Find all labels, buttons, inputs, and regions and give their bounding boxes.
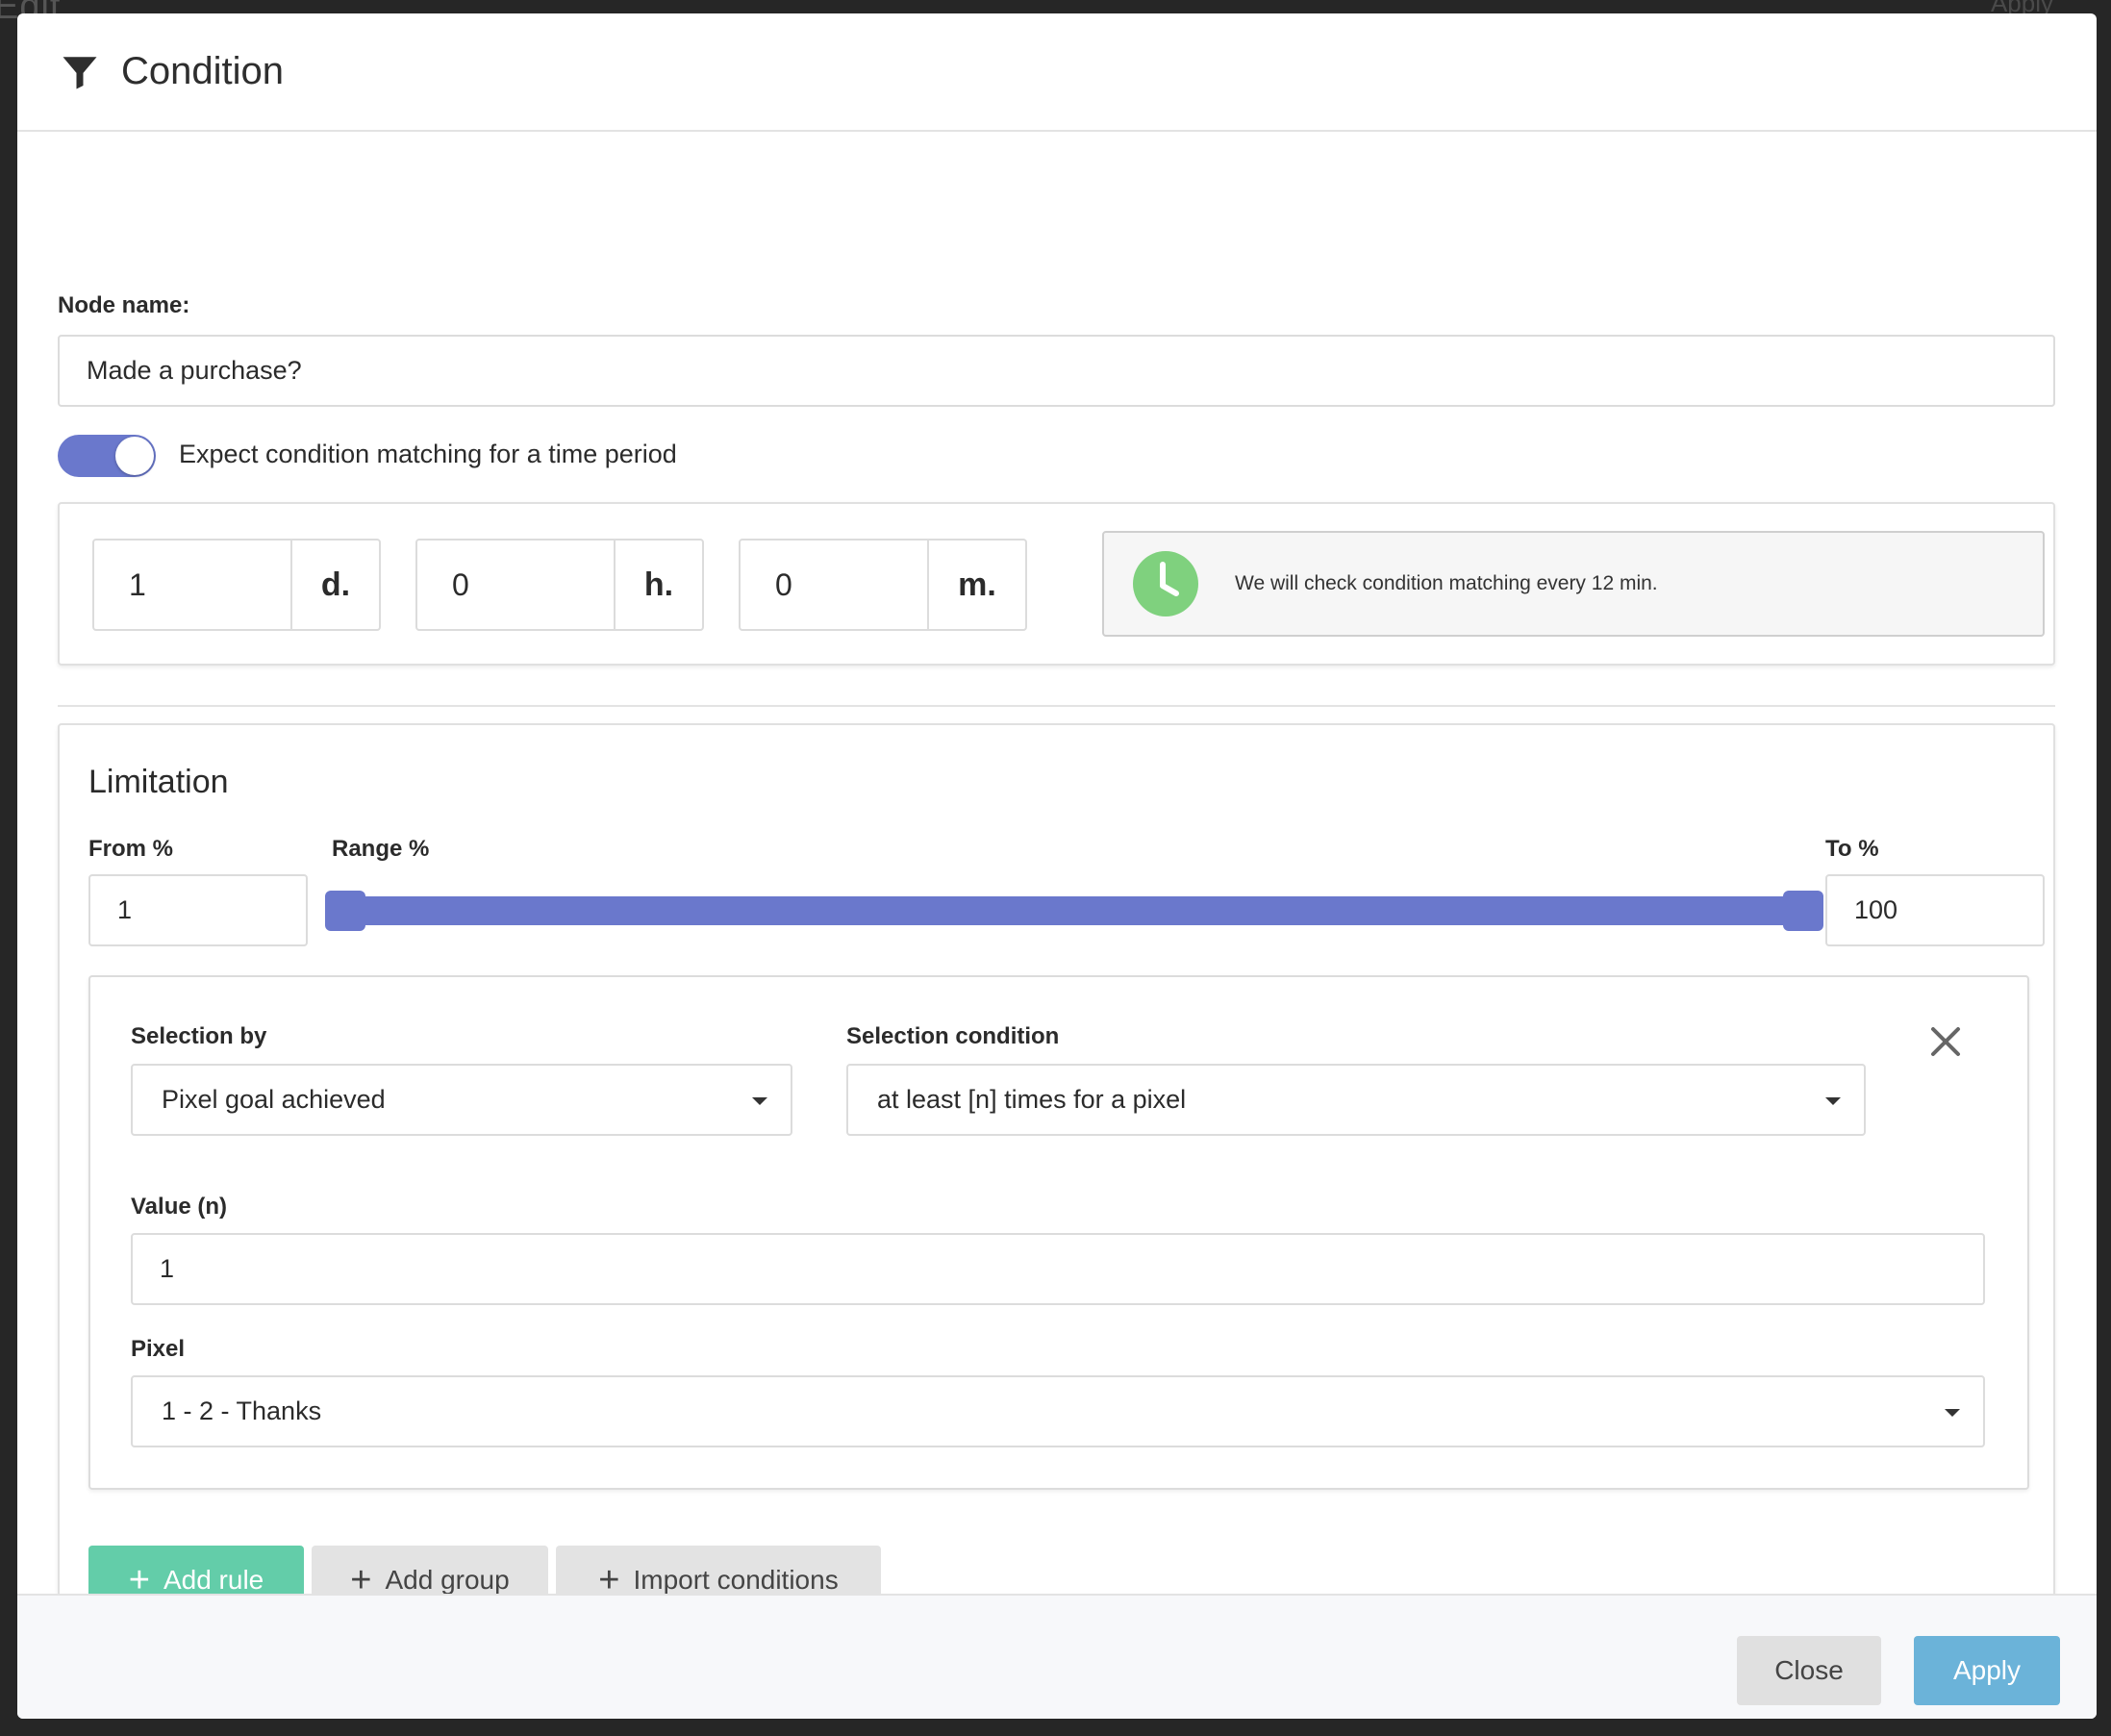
node-name-input[interactable]: Made a purchase? <box>58 335 2055 407</box>
rule-card: Selection by Selection condition Pixel g… <box>88 975 2029 1490</box>
import-conditions-label: Import conditions <box>633 1565 839 1595</box>
condition-modal: Condition Node name: Made a purchase? Ex… <box>17 13 2097 1719</box>
node-name-label: Node name: <box>58 292 190 318</box>
limitation-panel: Limitation From % Range % To % 1 100 Sel… <box>58 723 2055 1685</box>
modal-footer: Close Apply <box>17 1594 2097 1719</box>
minutes-input[interactable]: 0 <box>741 541 927 629</box>
time-period-toggle-label: Expect condition matching for a time per… <box>179 440 677 468</box>
pixel-label: Pixel <box>131 1336 186 1362</box>
range-slider-max-handle[interactable] <box>1783 891 1823 931</box>
from-percent-label: From % <box>88 836 174 862</box>
range-slider-min-handle[interactable] <box>325 891 365 931</box>
add-rule-label: Add rule <box>163 1565 264 1595</box>
close-button[interactable]: Close <box>1737 1636 1881 1705</box>
selection-by-select[interactable]: Pixel goal achieved <box>131 1064 792 1136</box>
remove-rule-close-icon[interactable] <box>1927 1023 1964 1060</box>
selection-condition-value: at least [n] times for a pixel <box>877 1085 1187 1114</box>
selection-by-label: Selection by <box>131 1023 267 1049</box>
days-field: 1 d. <box>92 539 381 631</box>
value-n-label: Value (n) <box>131 1194 228 1220</box>
section-divider <box>58 705 2055 707</box>
add-group-label: Add group <box>385 1565 510 1595</box>
time-period-toggle[interactable] <box>58 435 156 477</box>
range-percent-label: Range % <box>332 836 430 862</box>
minutes-unit: m. <box>927 541 1025 629</box>
from-percent-input[interactable]: 1 <box>88 874 308 946</box>
hours-unit: h. <box>614 541 702 629</box>
days-unit: d. <box>290 541 379 629</box>
chevron-down-icon <box>1825 1097 1841 1105</box>
hours-field: 0 h. <box>415 539 704 631</box>
days-input[interactable]: 1 <box>94 541 290 629</box>
range-slider-track[interactable] <box>344 896 1802 925</box>
minutes-field: 0 m. <box>739 539 1027 631</box>
filter-icon <box>63 56 97 88</box>
limitation-title: Limitation <box>88 764 229 800</box>
modal-title: Condition <box>121 50 285 92</box>
pixel-value: 1 - 2 - Thanks <box>162 1396 322 1425</box>
value-n-input[interactable]: 1 <box>131 1233 1985 1305</box>
pixel-select[interactable]: 1 - 2 - Thanks <box>131 1375 1985 1447</box>
toggle-knob <box>115 437 154 475</box>
selection-condition-select[interactable]: at least [n] times for a pixel <box>846 1064 1866 1136</box>
clock-icon <box>1133 551 1198 616</box>
modal-header: Condition <box>17 13 2097 132</box>
selection-condition-label: Selection condition <box>846 1023 1060 1049</box>
selection-by-value: Pixel goal achieved <box>162 1085 386 1114</box>
to-percent-label: To % <box>1825 836 1879 862</box>
time-period-panel: 1 d. 0 h. 0 m. We will check condition m… <box>58 502 2055 666</box>
hours-input[interactable]: 0 <box>417 541 614 629</box>
check-interval-text: We will check condition matching every 1… <box>1235 572 1658 594</box>
to-percent-input[interactable]: 100 <box>1825 874 2045 946</box>
chevron-down-icon <box>752 1097 767 1105</box>
apply-button[interactable]: Apply <box>1914 1636 2060 1705</box>
chevron-down-icon <box>1945 1409 1960 1417</box>
check-interval-info: We will check condition matching every 1… <box>1102 531 2045 637</box>
